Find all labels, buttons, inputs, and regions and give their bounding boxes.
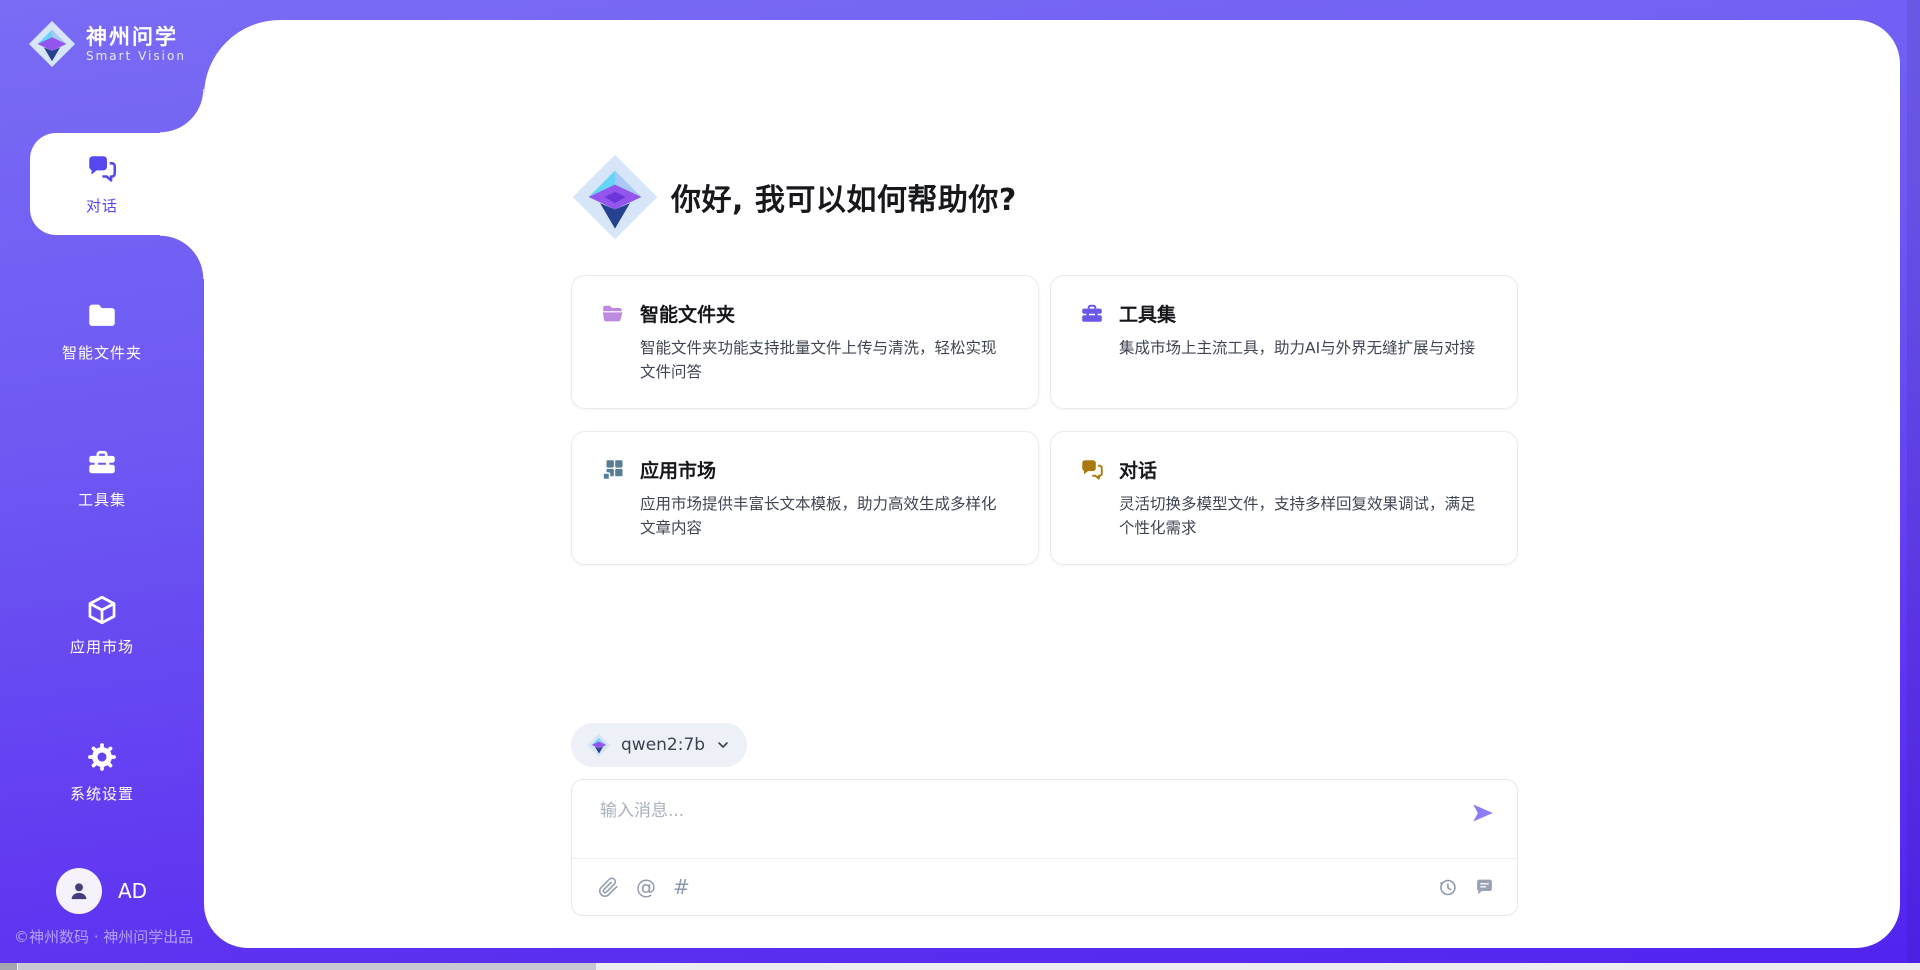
folder-open-icon	[600, 301, 626, 327]
feature-cards: 智能文件夹 智能文件夹功能支持批量文件上传与清洗，轻松实现文件问答 工具	[571, 275, 1518, 565]
card-title: 应用市场	[640, 456, 716, 483]
message-composer: @ #	[571, 779, 1518, 916]
sidebar-item-toolset[interactable]: 工具集	[0, 427, 204, 529]
sidebar-item-label: 工具集	[78, 489, 126, 510]
send-icon	[1470, 800, 1496, 826]
app-window: 你好, 我可以如何帮助你? 智能文件夹 智能文件夹功能支持批量文件上传与清洗，轻…	[0, 0, 1920, 970]
gear-icon	[85, 740, 119, 774]
composer-toolbar: @ #	[598, 859, 1495, 915]
card-head: 工具集	[1079, 300, 1489, 327]
sidebar-item-label: 系统设置	[70, 783, 134, 804]
card-description: 智能文件夹功能支持批量文件上传与清洗，轻松实现文件问答	[640, 336, 1010, 384]
avatar	[56, 868, 102, 914]
sidebar-item-label: 应用市场	[70, 636, 134, 657]
chevron-down-icon	[715, 737, 731, 753]
app-grid-icon	[600, 457, 626, 483]
right-edge-shade	[1907, 0, 1920, 963]
card-head: 对话	[1079, 456, 1489, 483]
scrollbar-thumb[interactable]	[18, 963, 596, 970]
chat-bubbles-icon	[1079, 457, 1105, 483]
sidebar-item-smart-folder[interactable]: 智能文件夹	[0, 280, 204, 382]
card-head: 智能文件夹	[600, 300, 1010, 327]
brand-text: 神州问学 Smart Vision	[86, 25, 186, 63]
copyright-footer: ©神州数码 · 神州问学出品	[14, 926, 193, 947]
comment-icon[interactable]	[1474, 877, 1495, 898]
card-title: 智能文件夹	[640, 300, 735, 327]
model-name: qwen2:7b	[621, 735, 705, 755]
greeting-row: 你好, 我可以如何帮助你?	[571, 20, 1518, 241]
card-toolset[interactable]: 工具集 集成市场上主流工具，助力AI与外界无缝扩展与对接	[1050, 275, 1518, 409]
toolbox-icon	[85, 446, 119, 480]
hash-icon[interactable]: #	[673, 877, 690, 897]
sidebar-item-label: 智能文件夹	[62, 342, 142, 363]
scrollbar-corner	[0, 963, 17, 970]
sidebar-item-app-market[interactable]: 应用市场	[0, 574, 204, 676]
card-title: 工具集	[1119, 300, 1176, 327]
paperclip-icon[interactable]	[598, 877, 619, 898]
sidebar-item-settings[interactable]: 系统设置	[0, 721, 204, 823]
sidebar-item-chat[interactable]: 对话	[0, 133, 204, 235]
card-description: 集成市场上主流工具，助力AI与外界无缝扩展与对接	[1119, 336, 1489, 360]
model-selector-row: qwen2:7b	[571, 723, 1518, 767]
brand-diamond-icon	[571, 153, 659, 241]
card-head: 应用市场	[600, 456, 1010, 483]
sidebar: 神州问学 Smart Vision 对话 智能文件夹	[0, 0, 204, 963]
user-account[interactable]: AD	[56, 868, 147, 914]
person-icon	[66, 878, 92, 904]
brand-name: 神州问学	[86, 25, 186, 49]
brand-logo-row: 神州问学 Smart Vision	[28, 20, 186, 68]
horizontal-scrollbar[interactable]	[0, 963, 1920, 970]
cube-icon	[85, 593, 119, 627]
page-title: 你好, 我可以如何帮助你?	[671, 175, 1017, 219]
user-label: AD	[118, 879, 147, 903]
card-smart-folder[interactable]: 智能文件夹 智能文件夹功能支持批量文件上传与清洗，轻松实现文件问答	[571, 275, 1039, 409]
composer-toolbar-right	[1437, 877, 1495, 898]
main-panel: 你好, 我可以如何帮助你? 智能文件夹 智能文件夹功能支持批量文件上传与清洗，轻…	[204, 20, 1900, 948]
brand-subtitle: Smart Vision	[86, 49, 186, 63]
history-icon[interactable]	[1437, 877, 1458, 898]
main-content: 你好, 我可以如何帮助你? 智能文件夹 智能文件夹功能支持批量文件上传与清洗，轻…	[571, 20, 1518, 916]
toolbox-icon	[1079, 301, 1105, 327]
card-title: 对话	[1119, 456, 1157, 483]
chat-icon	[85, 152, 119, 186]
at-mention-icon[interactable]: @	[636, 877, 656, 897]
card-chat[interactable]: 对话 灵活切换多模型文件，支持多样回复效果调试，满足个性化需求	[1050, 431, 1518, 565]
model-selector[interactable]: qwen2:7b	[571, 723, 747, 767]
send-button[interactable]	[1469, 800, 1497, 828]
brand-diamond-icon	[28, 20, 76, 68]
message-input[interactable]	[600, 796, 1433, 850]
card-description: 应用市场提供丰富长文本模板，助力高效生成多样化文章内容	[640, 492, 1010, 540]
folder-icon	[85, 299, 119, 333]
card-app-market[interactable]: 应用市场 应用市场提供丰富长文本模板，助力高效生成多样化文章内容	[571, 431, 1039, 565]
model-diamond-icon	[587, 733, 611, 757]
card-description: 灵活切换多模型文件，支持多样回复效果调试，满足个性化需求	[1119, 492, 1489, 540]
sidebar-item-label: 对话	[86, 195, 118, 216]
